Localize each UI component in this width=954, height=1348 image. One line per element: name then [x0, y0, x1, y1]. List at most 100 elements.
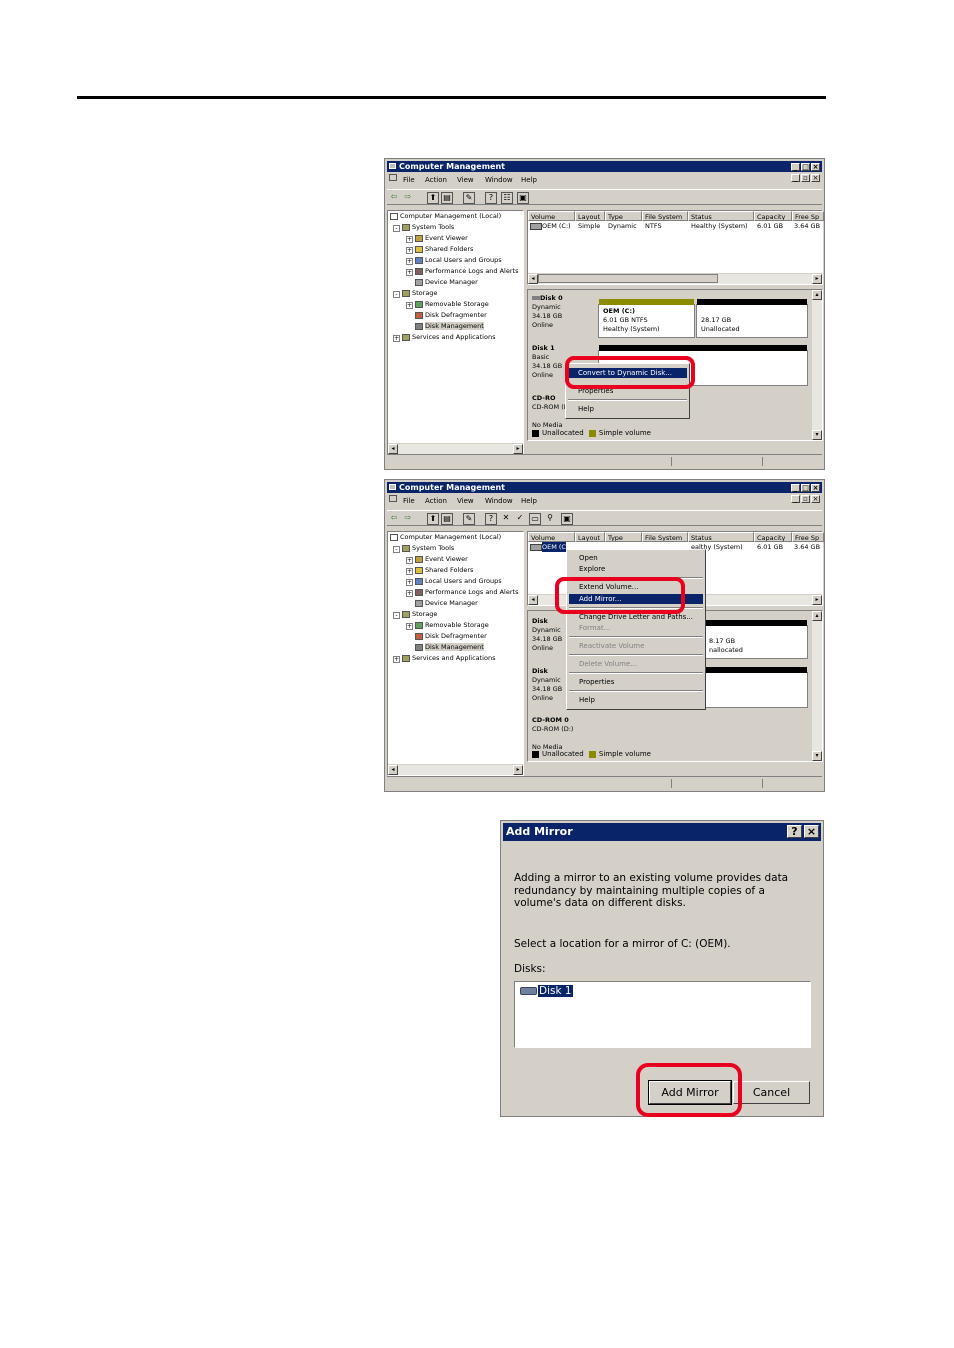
- menu-action[interactable]: Action: [425, 495, 447, 508]
- expand-icon[interactable]: +: [406, 269, 413, 276]
- column-status[interactable]: Status: [688, 211, 754, 221]
- child-close-button[interactable]: ×: [811, 495, 820, 503]
- minimize-button[interactable]: _: [791, 163, 800, 171]
- menu-item-properties[interactable]: Properties: [569, 677, 703, 687]
- tree-item-local-users[interactable]: Local Users and Groups: [415, 256, 502, 265]
- menu-file[interactable]: File: [403, 495, 415, 508]
- tree-item-computer-management[interactable]: Computer Management (Local): [390, 212, 501, 221]
- expand-icon[interactable]: +: [393, 335, 400, 342]
- tree-item-system-tools[interactable]: System Tools: [402, 544, 454, 553]
- disk-icon[interactable]: ▣: [561, 513, 573, 525]
- disk-b-unallocated[interactable]: [704, 667, 808, 708]
- properties-icon[interactable]: ✎: [463, 192, 475, 204]
- tree-horizontal-scrollbar[interactable]: ◂ ▸: [388, 443, 523, 454]
- collapse-icon[interactable]: -: [393, 612, 400, 619]
- cancel-button[interactable]: Cancel: [733, 1081, 810, 1104]
- menu-item-open[interactable]: Open: [569, 553, 703, 563]
- child-close-button[interactable]: ×: [811, 174, 820, 182]
- up-folder-icon[interactable]: ⬆: [427, 513, 439, 525]
- child-minimize-button[interactable]: _: [791, 174, 800, 182]
- tree-item-event-viewer[interactable]: Event Viewer: [415, 234, 468, 243]
- tree-item-disk-management[interactable]: Disk Management: [415, 643, 484, 652]
- column-file-system[interactable]: File System: [642, 211, 688, 221]
- tree-horizontal-scrollbar[interactable]: ◂ ▸: [388, 764, 523, 775]
- show-hide-tree-icon[interactable]: ▤: [441, 192, 453, 204]
- column-file-system[interactable]: File System: [642, 532, 688, 542]
- tree-item-computer-management[interactable]: Computer Management (Local): [390, 533, 501, 542]
- menu-item-explore[interactable]: Explore: [569, 564, 703, 574]
- column-free-space[interactable]: Free Sp: [792, 211, 824, 221]
- column-status[interactable]: Status: [688, 532, 754, 542]
- scroll-down-button[interactable]: ▾: [812, 751, 822, 761]
- close-button[interactable]: ×: [811, 484, 820, 492]
- scroll-left-button[interactable]: ◂: [388, 444, 398, 454]
- scroll-up-button[interactable]: ▴: [812, 611, 822, 621]
- collapse-icon[interactable]: -: [393, 225, 400, 232]
- tree-item-shared-folders[interactable]: Shared Folders: [415, 245, 473, 254]
- scroll-right-button[interactable]: ▸: [513, 444, 523, 454]
- tree-item-performance-logs[interactable]: Performance Logs and Alerts: [415, 267, 518, 276]
- menu-help[interactable]: Help: [521, 495, 537, 508]
- menu-window[interactable]: Window: [485, 495, 513, 508]
- tree-item-services-apps[interactable]: Services and Applications: [402, 333, 495, 342]
- child-minimize-button[interactable]: _: [791, 495, 800, 503]
- tree-item-event-viewer[interactable]: Event Viewer: [415, 555, 468, 564]
- expand-icon[interactable]: +: [406, 302, 413, 309]
- column-free-space[interactable]: Free Sp: [792, 532, 824, 542]
- close-button[interactable]: ×: [804, 825, 819, 838]
- menu-help[interactable]: Help: [521, 174, 537, 187]
- settings-icon[interactable]: ☷: [501, 192, 513, 204]
- menu-item-format[interactable]: Format...: [569, 623, 703, 633]
- column-layout[interactable]: Layout: [575, 532, 605, 542]
- tree-item-disk-defragmenter[interactable]: Disk Defragmenter: [415, 632, 487, 641]
- menu-file[interactable]: File: [403, 174, 415, 187]
- disk-icon[interactable]: ▣: [517, 192, 529, 204]
- menu-item-reactivate-volume[interactable]: Reactivate Volume: [569, 641, 703, 651]
- scroll-left-button[interactable]: ◂: [528, 595, 538, 605]
- scroll-right-button[interactable]: ▸: [812, 595, 822, 605]
- tree-item-system-tools[interactable]: System Tools: [402, 223, 454, 232]
- expand-icon[interactable]: +: [406, 236, 413, 243]
- dialog-title-bar[interactable]: Add Mirror ? ×: [503, 823, 821, 841]
- forward-arrow-icon[interactable]: ⇨: [403, 192, 413, 202]
- expand-icon[interactable]: +: [406, 568, 413, 575]
- scroll-left-button[interactable]: ◂: [388, 765, 398, 775]
- maximize-button[interactable]: □: [801, 484, 810, 492]
- column-capacity[interactable]: Capacity: [754, 532, 792, 542]
- back-arrow-icon[interactable]: ⇦: [389, 513, 399, 523]
- tree-item-disk-management[interactable]: Disk Management: [415, 322, 484, 331]
- tree-item-removable-storage[interactable]: Removable Storage: [415, 621, 489, 630]
- app-menu-icon[interactable]: [389, 495, 397, 502]
- column-capacity[interactable]: Capacity: [754, 211, 792, 221]
- scroll-up-button[interactable]: ▴: [812, 290, 822, 300]
- expand-icon[interactable]: +: [406, 579, 413, 586]
- back-arrow-icon[interactable]: ⇦: [389, 192, 399, 202]
- tree-item-disk-defragmenter[interactable]: Disk Defragmenter: [415, 311, 487, 320]
- app-menu-icon[interactable]: [389, 174, 397, 181]
- search-icon[interactable]: ⚲: [545, 513, 555, 523]
- column-type[interactable]: Type: [605, 211, 642, 221]
- column-type[interactable]: Type: [605, 532, 642, 542]
- show-hide-tree-icon[interactable]: ▤: [441, 513, 453, 525]
- partition-unallocated[interactable]: 8.17 GB nallocated: [704, 620, 808, 659]
- check-icon[interactable]: ✓: [515, 513, 525, 523]
- tree-item-shared-folders[interactable]: Shared Folders: [415, 566, 473, 575]
- expand-icon[interactable]: +: [406, 247, 413, 254]
- child-restore-button[interactable]: ▫: [801, 174, 810, 182]
- tree-item-local-users[interactable]: Local Users and Groups: [415, 577, 502, 586]
- disks-listbox[interactable]: Disk 1: [514, 981, 811, 1048]
- scroll-right-button[interactable]: ▸: [812, 274, 822, 284]
- tree-item-performance-logs[interactable]: Performance Logs and Alerts: [415, 588, 518, 597]
- close-button[interactable]: ×: [811, 163, 820, 171]
- expand-icon[interactable]: +: [406, 258, 413, 265]
- scroll-down-button[interactable]: ▾: [812, 430, 822, 440]
- collapse-icon[interactable]: -: [393, 291, 400, 298]
- column-layout[interactable]: Layout: [575, 211, 605, 221]
- properties-icon[interactable]: ✎: [463, 513, 475, 525]
- delete-icon[interactable]: ✕: [501, 513, 511, 523]
- expand-icon[interactable]: +: [406, 557, 413, 564]
- tree-item-device-manager[interactable]: Device Manager: [415, 599, 478, 608]
- list-item[interactable]: Disk 1: [520, 985, 573, 998]
- partition-oem-c[interactable]: OEM (C:) 6.01 GB NTFS Healthy (System): [598, 299, 695, 338]
- help-button[interactable]: ?: [787, 825, 802, 838]
